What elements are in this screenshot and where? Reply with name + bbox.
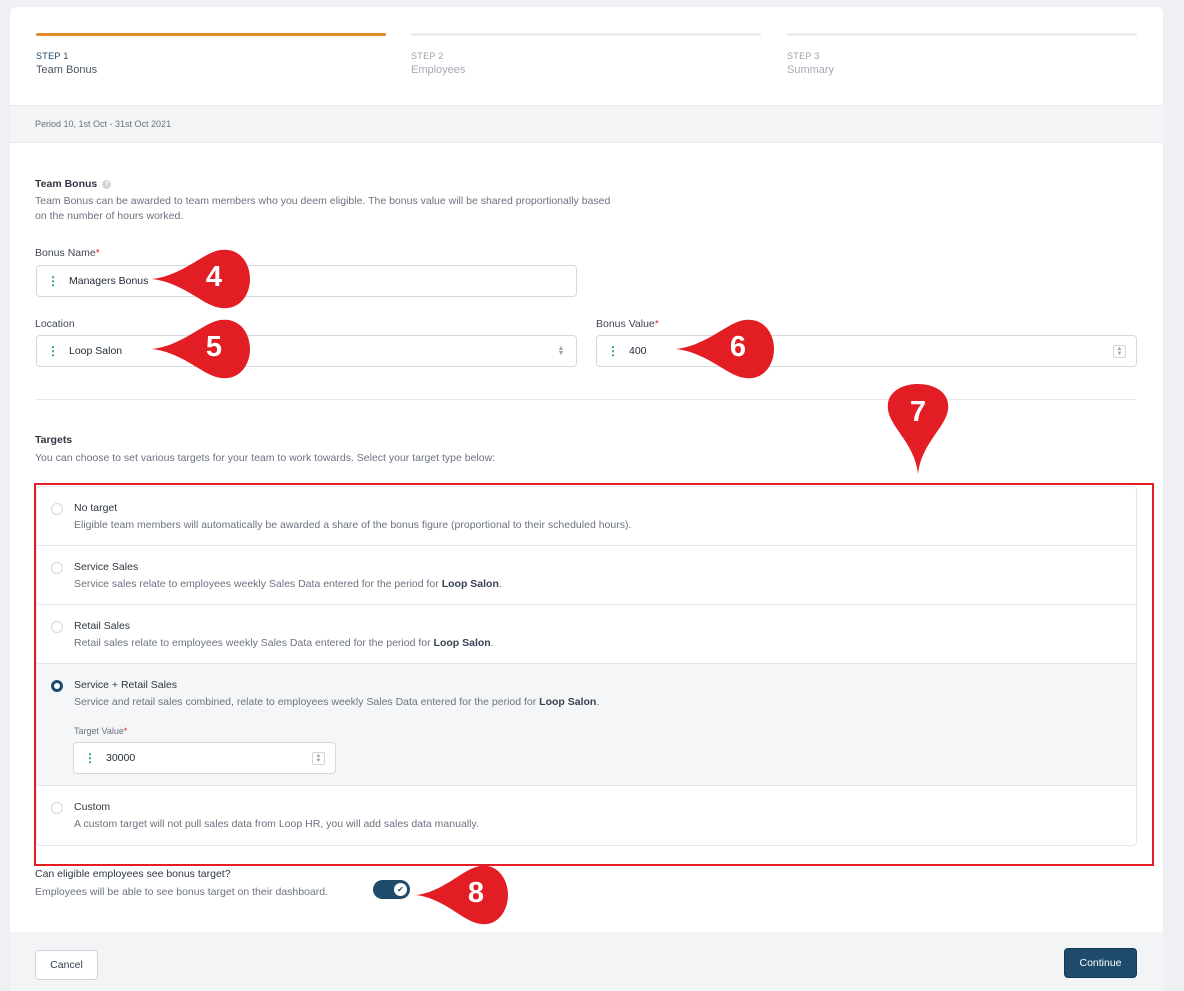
step-2-label: Employees: [411, 64, 466, 76]
callout-5-number: 5: [205, 331, 223, 363]
location-select[interactable]: ⋮ Loop Salon ▲ ▼: [36, 335, 577, 367]
callout-5: 5: [150, 318, 250, 380]
callout-7: 7: [886, 384, 950, 476]
team-bonus-desc-line-1: Team Bonus can be awarded to team member…: [35, 195, 611, 207]
targets-highlight-frame: [34, 483, 1154, 866]
drag-handle-icon: ⋮: [47, 274, 59, 288]
visibility-description: Employees will be able to see bonus targ…: [35, 886, 329, 898]
step-1-progress-bar: [36, 33, 386, 36]
number-stepper-icon[interactable]: ▲ ▼: [1113, 345, 1126, 358]
team-bonus-description: Team Bonus can be awarded to team member…: [35, 194, 610, 224]
bonus-name-input[interactable]: ⋮ Managers Bonus: [36, 265, 577, 297]
location-value: Loop Salon: [69, 345, 123, 357]
footer-bar: Cancel Continue: [10, 932, 1163, 991]
bonus-name-value: Managers Bonus: [69, 275, 149, 287]
continue-button[interactable]: Continue: [1064, 948, 1137, 978]
bonus-value-label: Bonus Value*: [596, 318, 659, 330]
callout-7-number: 7: [909, 396, 927, 428]
bonus-value-label-text: Bonus Value: [596, 318, 655, 330]
select-chevron-icon: ▲ ▼: [557, 345, 565, 357]
bonus-target-visibility-toggle[interactable]: ✔: [373, 880, 410, 899]
drag-handle-icon: ⋮: [47, 344, 59, 358]
callout-4-number: 4: [205, 261, 223, 293]
step-1[interactable]: STEP 1 Team Bonus: [36, 33, 386, 76]
team-bonus-desc-line-2: on the number of hours worked.: [35, 210, 184, 222]
targets-description: You can choose to set various targets fo…: [35, 452, 496, 464]
drag-handle-icon: ⋮: [607, 344, 619, 358]
required-marker: *: [654, 318, 659, 330]
help-icon[interactable]: ?: [102, 180, 112, 189]
callout-6-number: 6: [729, 331, 747, 363]
step-2[interactable]: STEP 2 Employees: [411, 33, 761, 76]
visibility-title: Can eligible employees see bonus target?: [35, 868, 231, 880]
callout-8: 8: [414, 864, 508, 926]
team-bonus-title: Team Bonus: [35, 178, 98, 190]
team-bonus-heading: Team Bonus ?: [35, 178, 112, 190]
bonus-name-label: Bonus Name*: [35, 247, 100, 259]
bonus-name-label-text: Bonus Name: [35, 247, 96, 259]
step-2-number: STEP 2: [411, 51, 444, 61]
step-3[interactable]: STEP 3 Summary: [787, 33, 1137, 76]
section-divider: [35, 399, 1136, 400]
bonus-wizard-card: STEP 1 Team Bonus STEP 2 Employees STEP …: [10, 7, 1163, 991]
period-banner: Period 10, 1st Oct - 31st Oct 2021: [10, 105, 1163, 143]
bonus-value-value: 400: [629, 345, 647, 357]
step-2-progress-bar: [411, 33, 761, 36]
callout-6: 6: [674, 318, 774, 380]
step-1-label: Team Bonus: [36, 64, 98, 76]
step-3-label: Summary: [787, 64, 835, 76]
required-marker: *: [95, 247, 100, 259]
callout-4: 4: [150, 248, 250, 310]
step-3-number: STEP 3: [787, 51, 820, 61]
checkmark-icon: ✔: [394, 883, 407, 896]
cancel-button[interactable]: Cancel: [35, 950, 98, 980]
callout-8-number: 8: [467, 877, 485, 909]
step-3-progress-bar: [787, 33, 1137, 36]
location-label: Location: [35, 318, 75, 330]
targets-title: Targets: [35, 434, 73, 446]
step-1-number: STEP 1: [36, 51, 69, 61]
